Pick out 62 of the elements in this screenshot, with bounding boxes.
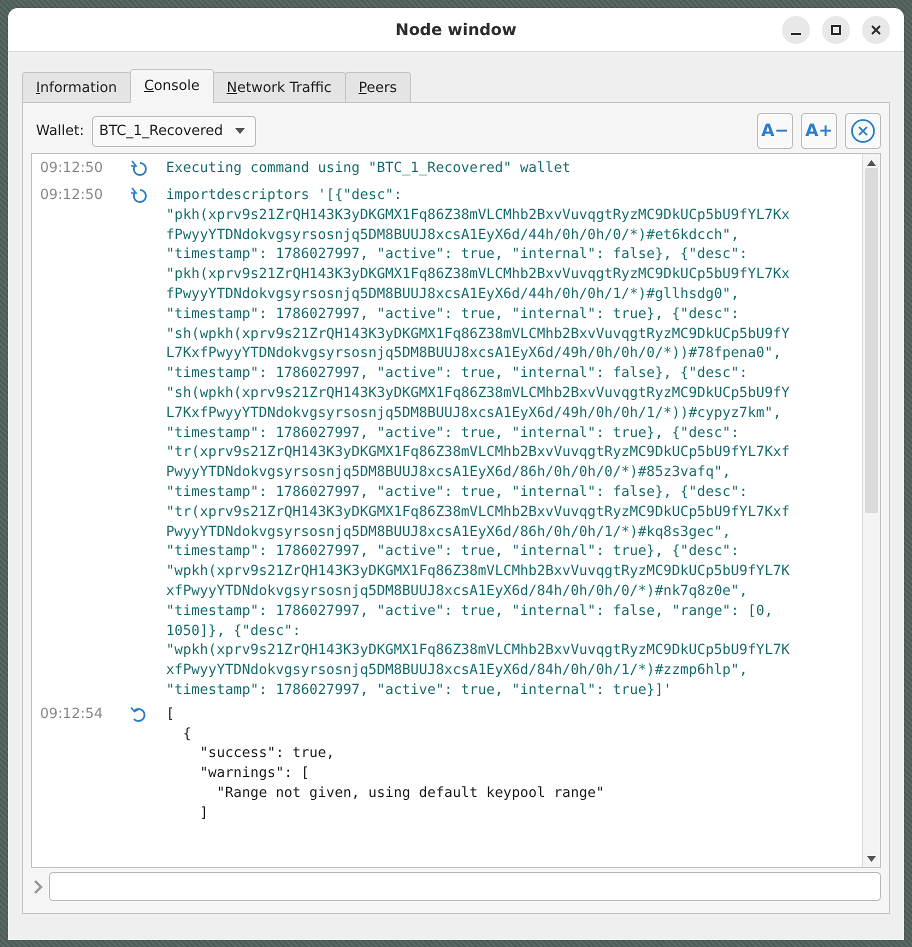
command-input[interactable] [49,872,881,901]
console-line: L7KxfPwyyYTDNdokvgsyrsosnjq5DM8BUUJ8xcsA1EyX6d/49h/0h/0h/1/*))#cypyz7km", [166,404,782,423]
tab[interactable]: Information [22,72,132,103]
console-line: [ [166,704,174,724]
console-line: "timestamp": 1786027997, "active": true, "internal": true}, {"desc": [166,304,740,324]
prompt-chevron-icon [33,880,43,894]
console-line: xfPwyyYTDNdokvgsyrsosnjq5DM8BUUJ8xcsA1EyX6d/84h/0h/0h/0/*)#nk7q8z0e", [166,582,748,601]
scrollbar[interactable] [862,154,880,867]
minimize-icon [791,33,801,35]
tab[interactable]: Network Traffic [212,72,346,103]
console-line: "success": true, [198,744,335,764]
console-line: Executing command using "BTC_1_Recovered" wallet [166,159,571,178]
console-line: "tr(xprv9s21ZrQH143K3yDKGMX1Fq86Z38mVLCMhb2BxvVuvqgtRyzMC9DkUCp5bU9fYL7Kxf [166,502,790,522]
timestamp: 09:12:50 [39,159,104,178]
console-line: ] [198,804,208,823]
console-line: importdescriptors '[{"desc": [166,186,402,205]
timestamp: 09:12:54 [39,704,104,724]
console-line: fPwyyYTDNdokvgsyrsosnjq5DM8BUUJ8xcsA1EyX6d/44h/0h/0h/0/*)#et6kdcch", [166,226,740,245]
console-line: PwyyYTDNdokvgsyrsosnjq5DM8BUUJ8xcsA1EyX6d/86h/0h/0h/1/*)#kq8s3gec", [166,522,731,542]
console-line: "sh(wpkh(xprv9s21ZrQH143K3yDKGMX1Fq86Z38mVLCMhb2BxvVuvqgtRyzMC9DkUCp5bU9fY [166,384,790,403]
console-line: "Range not given, using default keypool range" [216,784,604,803]
close-button[interactable] [862,16,890,44]
wallet-dropdown[interactable]: BTC_1_Recovered [92,116,256,146]
command-arrow-icon [130,160,148,178]
clear-console-button[interactable] [845,113,881,149]
caret-icon [234,128,245,134]
console-line: fPwyyYTDNdokvgsyrsosnjq5DM8BUUJ8xcsA1EyX6d/44h/0h/0h/1/*)#gllhsdg0", [166,284,740,304]
command-arrow-icon [130,187,148,205]
maximize-button[interactable] [822,16,850,44]
clear-icon [850,118,876,144]
console-line: "timestamp": 1786027997, "active": true, "internal": false, "range": [0, [166,602,773,621]
maximize-icon [831,25,841,35]
scroll-down-icon[interactable] [867,856,876,862]
console-line: "warnings": [ [198,764,310,784]
console-line: xfPwyyYTDNdokvgsyrsosnjq5DM8BUUJ8xcsA1EyX6d/84h/0h/0h/1/*)#zzmp6hlp", [166,661,748,680]
console-line: "timestamp": 1786027997, "active": true, "internal": true}, {"desc": [166,424,740,443]
window-title: Node window [395,20,517,39]
console-line: "pkh(xprv9s21ZrQH143K3yDKGMX1Fq86Z38mVLCMhb2BxvVuvqgtRyzMC9DkUCp5bU9fYL7Kx [166,206,790,225]
console-line: "tr(xprv9s21ZrQH143K3yDKGMX1Fq86Z38mVLCMhb2BxvVuvqgtRyzMC9DkUCp5bU9fYL7Kxf [166,443,790,462]
console-line: PwyyYTDNdokvgsyrsosnjq5DM8BUUJ8xcsA1EyX6d/86h/0h/0h/0/*)#85z3vafq", [166,463,731,482]
console-line: 1050]}, {"desc": [166,622,301,641]
console-line: "timestamp": 1786027997, "active": true, "internal": true}, {"desc": [166,542,740,562]
console-line: "wpkh(xprv9s21ZrQH143K3yDKGMX1Fq86Z38mVLCMhb2BxvVuvqgtRyzMC9DkUCp5bU9fYL7K [166,641,790,660]
console-line: "timestamp": 1786027997, "active": true, "internal": true}]' [166,680,672,700]
console-line: "timestamp": 1786027997, "active": true, "internal": false}, {"desc": [166,245,748,264]
close-icon [871,25,881,35]
minimize-button[interactable] [782,16,810,44]
console-line: "timestamp": 1786027997, "active": true, "internal": false}, {"desc": [166,364,748,384]
console-line: "pkh(xprv9s21ZrQH143K3yDKGMX1Fq86Z38mVLCMhb2BxvVuvqgtRyzMC9DkUCp5bU9fYL7Kx [166,265,790,284]
tab[interactable]: Console [130,69,214,103]
wallet-label: Wallet: [36,123,84,139]
reply-arrow-icon [130,706,148,724]
console-line: L7KxfPwyyYTDNdokvgsyrsosnjq5DM8BUUJ8xcsA1EyX6d/49h/0h/0h/0/*))#78fpena0", [166,344,782,364]
console-line: "timestamp": 1786027997, "active": true, "internal": false}, {"desc": [166,482,748,502]
console-line: "sh(wpkh(xprv9s21ZrQH143K3yDKGMX1Fq86Z38mVLCMhb2BxvVuvqgtRyzMC9DkUCp5bU9fY [166,324,790,344]
font-size-button[interactable]: A+ [801,113,837,149]
console-line: { [182,724,192,744]
timestamp: 09:12:50 [39,186,104,205]
console-line: "wpkh(xprv9s21ZrQH143K3yDKGMX1Fq86Z38mVLCMhb2BxvVuvqgtRyzMC9DkUCp5bU9fYL7K [166,562,790,582]
font-size-button[interactable]: A− [757,113,793,149]
tab[interactable]: Peers [344,72,411,103]
scroll-up-icon[interactable] [867,160,876,166]
